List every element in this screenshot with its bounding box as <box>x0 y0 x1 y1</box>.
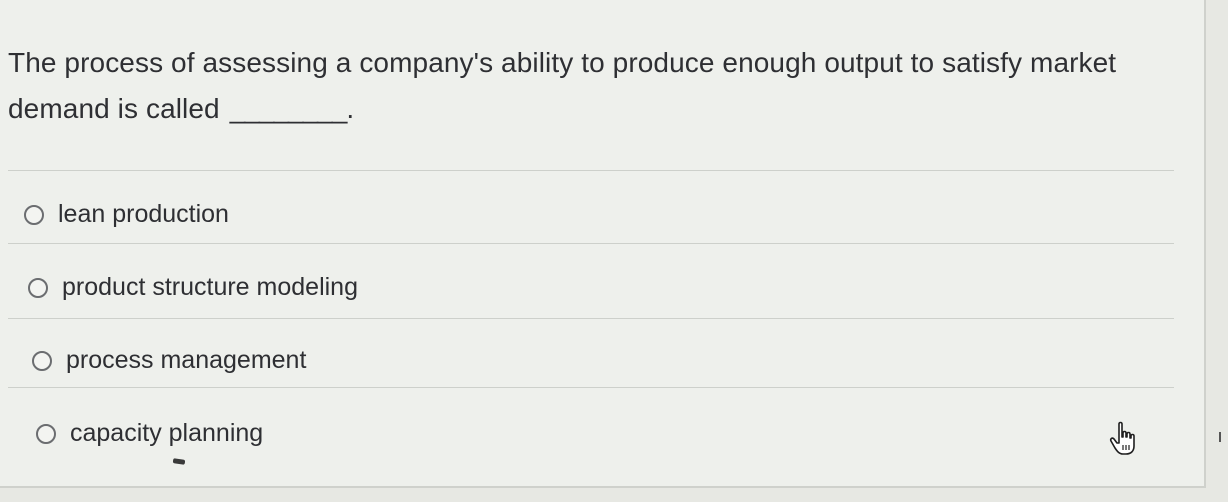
radio-button-icon[interactable] <box>36 423 56 444</box>
side-mark <box>1219 432 1221 442</box>
option-label: capacity planning <box>70 419 264 447</box>
answer-option-lean-production[interactable]: lean production <box>24 200 229 229</box>
divider <box>8 170 1174 171</box>
answer-option-process-management[interactable]: process management <box>32 346 306 375</box>
question-prompt: The process of assessing a company's abi… <box>8 40 1188 132</box>
option-label: process management <box>66 346 307 374</box>
answer-option-product-structure-modeling[interactable]: product structure modeling <box>28 273 358 302</box>
question-text: The process of assessing a company's abi… <box>8 47 1117 124</box>
radio-button-icon[interactable] <box>28 277 48 298</box>
stray-mark <box>172 458 186 465</box>
question-card: The process of assessing a company's abi… <box>0 0 1206 488</box>
answer-option-capacity-planning[interactable]: capacity planning <box>36 419 263 448</box>
answer-blank: ________. <box>229 93 354 124</box>
divider <box>8 318 1174 319</box>
option-label: product structure modeling <box>62 273 358 301</box>
divider <box>8 387 1174 388</box>
hand-pointer-icon <box>1109 421 1135 455</box>
radio-button-icon[interactable] <box>32 350 52 371</box>
divider <box>8 243 1174 244</box>
radio-button-icon[interactable] <box>24 204 44 225</box>
option-label: lean production <box>58 200 229 228</box>
